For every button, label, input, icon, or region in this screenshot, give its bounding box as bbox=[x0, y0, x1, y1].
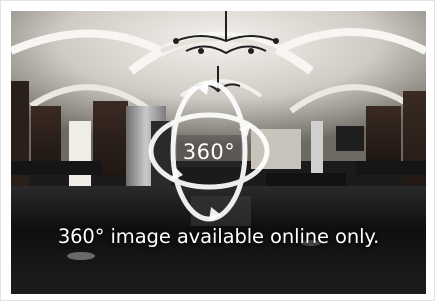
badge-label: 360° bbox=[183, 140, 236, 164]
image-frame: 360° 360° image available online only. bbox=[0, 0, 435, 301]
360-degree-icon: 360° bbox=[148, 80, 270, 222]
online-only-caption: 360° image available online only. bbox=[57, 225, 380, 248]
panorama-image[interactable]: 360° 360° image available online only. bbox=[11, 11, 426, 294]
